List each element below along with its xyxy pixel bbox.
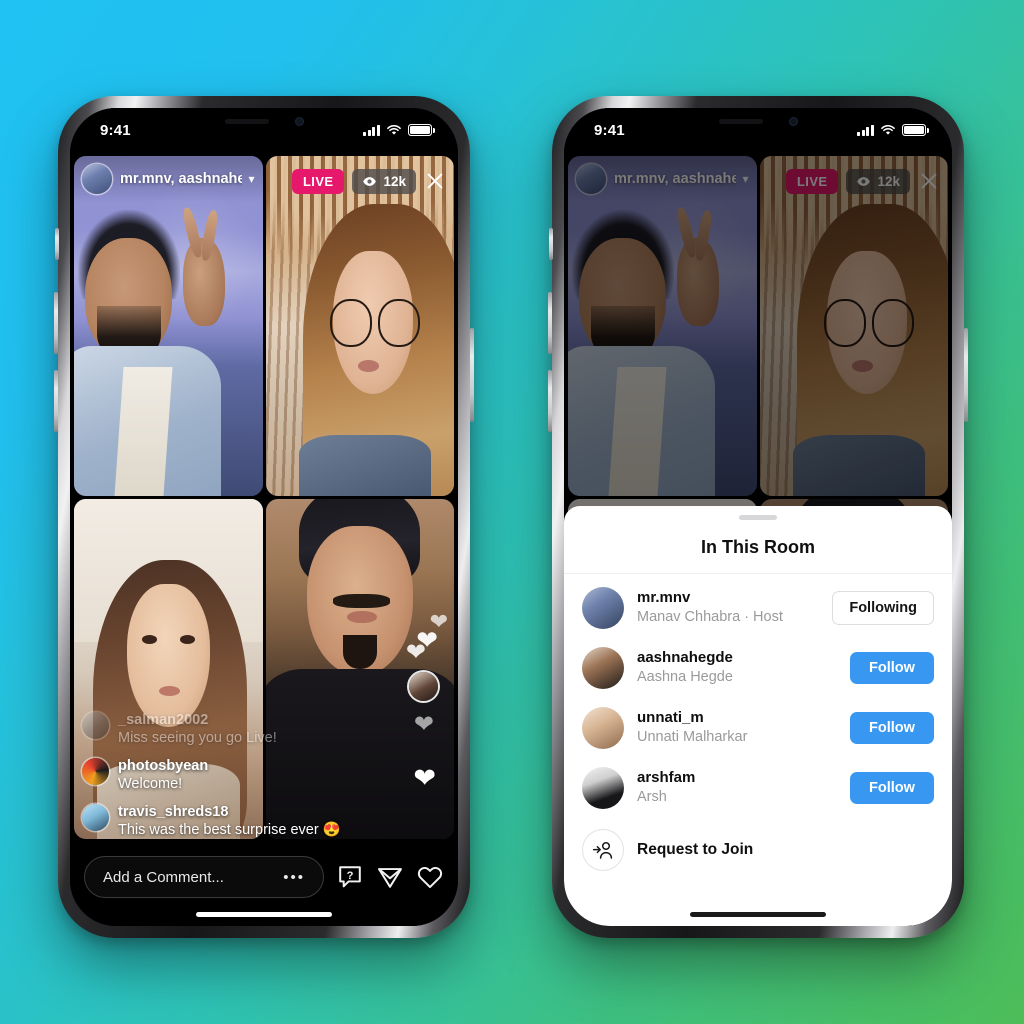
participant-username[interactable]: mr.mnv [637, 588, 819, 608]
notch [185, 108, 343, 135]
add-comment-input[interactable]: Add a Comment... ••• [84, 856, 324, 898]
following-button[interactable]: Following [832, 591, 934, 625]
add-comment-placeholder: Add a Comment... [103, 868, 224, 886]
power-button[interactable] [964, 328, 968, 422]
phone-right: 9:41 In This Room mr.mnv Manav Chhabra ·… [548, 96, 968, 938]
room-participants-list: mr.mnv Manav Chhabra · Host Following aa… [564, 574, 952, 871]
live-badges: LIVE 12k [274, 166, 447, 196]
eye-icon [363, 176, 377, 186]
avatar [582, 587, 624, 629]
participant-fullname: Arsh [637, 788, 667, 805]
comment-text: Welcome! [118, 776, 183, 793]
status-time: 9:41 [100, 121, 131, 139]
ellipsis-icon[interactable]: ••• [283, 869, 305, 886]
heart-icon: ❤ [413, 710, 434, 738]
commenter-avatar [82, 758, 109, 786]
live-header-overlay: mr.mnv, aashnahe... ▾ [74, 156, 263, 202]
avatar [582, 707, 624, 749]
phone-left: 9:41 mr.mnv, aashnahe ▾ LIVE 12k ❤ ❤ ❤ ❤… [54, 96, 474, 938]
avatar [582, 647, 624, 689]
wifi-icon [387, 125, 401, 135]
reactor-avatar [409, 672, 438, 702]
front-camera-icon [294, 117, 304, 126]
comment-text: Miss seeing you go Live! [118, 730, 277, 747]
earpiece-speaker [718, 119, 763, 124]
commenter-avatar [82, 804, 109, 832]
power-button[interactable] [470, 328, 474, 422]
follow-button[interactable]: Follow [850, 712, 934, 744]
paper-plane-icon[interactable] [376, 863, 404, 891]
front-camera-icon [788, 117, 798, 126]
commenter-username[interactable]: photosbyean [118, 757, 208, 775]
commenter-username[interactable]: _salman2002 [118, 711, 277, 729]
home-indicator[interactable] [196, 912, 332, 917]
volume-up-button[interactable] [548, 292, 552, 354]
svg-text:?: ? [347, 870, 354, 882]
follow-button[interactable]: Follow [850, 772, 934, 804]
participant-fullname: Aashna Hegde [637, 668, 733, 685]
home-indicator[interactable] [690, 912, 826, 917]
video-feed-image [265, 156, 454, 496]
sheet-title: In This Room [564, 520, 952, 574]
comment-item: photosbyean Welcome! [82, 757, 338, 794]
volume-down-button[interactable] [54, 370, 58, 432]
earpiece-speaker [224, 119, 269, 124]
in-this-room-sheet: In This Room mr.mnv Manav Chhabra · Host… [564, 506, 952, 926]
comment-text: This was the best surprise ever 😍 [118, 822, 341, 839]
participants-label[interactable]: mr.mnv, aashnahe... [120, 171, 242, 187]
notch [679, 108, 837, 135]
request-to-join-row[interactable]: Request to Join [564, 818, 952, 871]
participant-username[interactable]: unnati_m [637, 708, 837, 728]
instagram-live-screen: 9:41 mr.mnv, aashnahe ▾ LIVE 12k ❤ ❤ ❤ ❤… [70, 108, 458, 926]
participant-username[interactable]: aashnahegde [637, 648, 837, 668]
wifi-icon [881, 125, 895, 135]
silent-switch[interactable] [549, 228, 553, 260]
participant-fullname: Manav Chhabra · Host [637, 608, 783, 625]
close-icon[interactable] [424, 170, 446, 192]
video-feed-image [74, 156, 263, 496]
comment-item: _salman2002 Miss seeing you go Live! [82, 711, 338, 748]
follow-button[interactable]: Follow [850, 652, 934, 684]
person-add-icon [582, 829, 624, 871]
status-time: 9:41 [594, 121, 625, 139]
cellular-bars-icon [363, 124, 380, 136]
floating-hearts: ❤ ❤ ❤ ❤ ❤ [398, 601, 450, 839]
commenter-username[interactable]: travis_shreds18 [118, 803, 338, 821]
participant-fullname: Unnati Malharkar [637, 728, 748, 745]
volume-up-button[interactable] [54, 292, 58, 354]
list-item[interactable]: unnati_m Unnati Malharkar Follow [564, 698, 952, 758]
video-tile-mr-mnv[interactable]: mr.mnv, aashnahe... ▾ [74, 156, 263, 496]
list-item[interactable]: aashnahegde Aashna Hegde Follow [564, 638, 952, 698]
heart-icon: ❤ [405, 639, 426, 667]
viewer-count-badge[interactable]: 12k [352, 168, 416, 194]
avatar [582, 767, 624, 809]
participant-username[interactable]: arshfam [637, 768, 837, 788]
cellular-bars-icon [857, 124, 874, 136]
viewer-count-label: 12k [383, 173, 406, 189]
heart-outline-icon[interactable] [416, 863, 444, 891]
commenter-avatar [82, 712, 109, 740]
video-tile-aashnahegde[interactable]: LIVE 12k [265, 156, 454, 496]
request-to-join-label: Request to Join [637, 841, 754, 858]
phone-screen-left: 9:41 mr.mnv, aashnahe ▾ LIVE 12k ❤ ❤ ❤ ❤… [70, 108, 458, 926]
list-item[interactable]: arshfam Arsh Follow [564, 758, 952, 818]
question-bubble-icon[interactable]: ? [336, 863, 364, 891]
host-avatar [82, 164, 112, 194]
instagram-live-screen-with-sheet: 9:41 In This Room mr.mnv Manav Chhabra ·… [564, 108, 952, 926]
comment-item: travis_shreds18 This was the best surpri… [82, 803, 341, 840]
live-bottom-bar: Add a Comment... ••• ? [70, 854, 458, 900]
heart-icon: ❤ [413, 763, 436, 794]
live-comments-list: _salman2002 Miss seeing you go Live! pho… [82, 711, 341, 840]
list-item[interactable]: mr.mnv Manav Chhabra · Host Following [564, 578, 952, 638]
phone-screen-right: 9:41 In This Room mr.mnv Manav Chhabra ·… [564, 108, 952, 926]
volume-down-button[interactable] [548, 370, 552, 432]
battery-icon [408, 124, 435, 136]
chevron-down-icon[interactable]: ▾ [248, 172, 254, 186]
silent-switch[interactable] [55, 228, 59, 260]
live-badge: LIVE [291, 168, 345, 194]
battery-icon [902, 124, 929, 136]
